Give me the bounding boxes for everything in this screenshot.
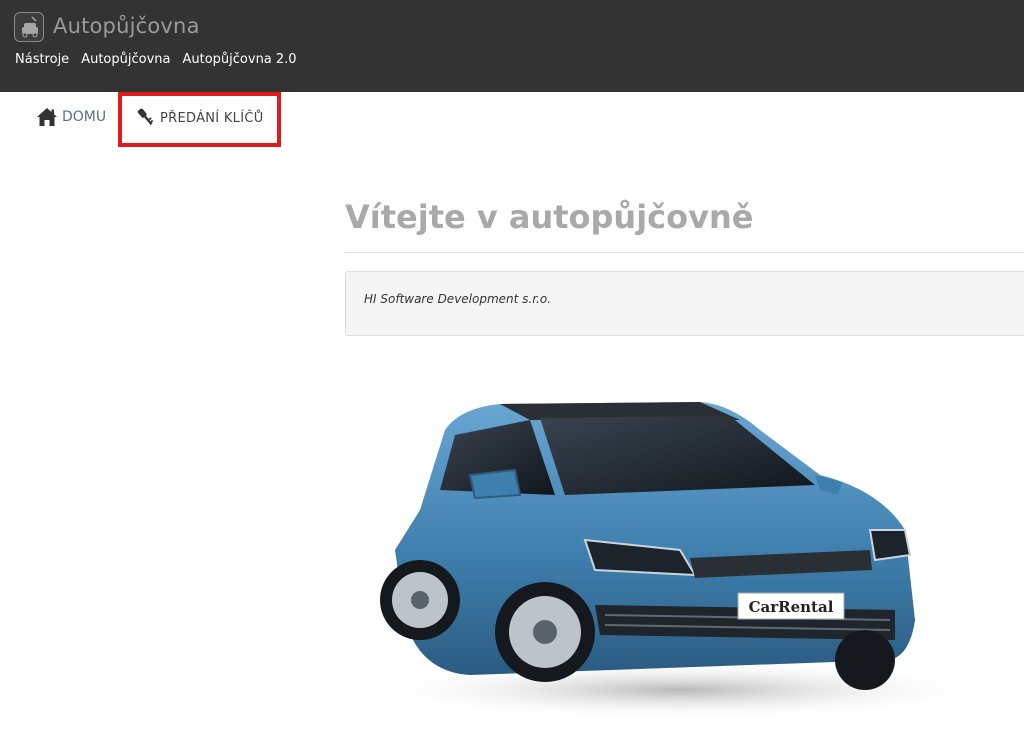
nav-key-handover-label: PŘEDÁNÍ KLÍČŮ — [160, 110, 264, 126]
home-icon — [37, 108, 57, 126]
app-menu: Nástroje Autopůjčovna Autopůjčovna 2.0 — [15, 52, 309, 67]
nav-home-label: DOMU — [62, 109, 107, 125]
page-title: Vítejte v autopůjčovně — [345, 198, 754, 236]
car-image: CarRental — [350, 390, 1010, 730]
menu-item-nastroje[interactable]: Nástroje — [15, 52, 69, 67]
car-plate-text: CarRental — [749, 598, 834, 616]
menu-item-autopujcovna-2[interactable]: Autopůjčovna 2.0 — [182, 52, 296, 67]
company-info-box: HI Software Development s.r.o. — [345, 271, 1024, 336]
app-header: Autopůjčovna Nástroje Autopůjčovna Autop… — [0, 0, 1024, 92]
car-wash-icon[interactable] — [14, 12, 44, 42]
key-icon — [137, 108, 154, 126]
menu-item-autopujcovna[interactable]: Autopůjčovna — [81, 52, 170, 67]
title-divider — [345, 252, 1024, 253]
company-name: HI Software Development s.r.o. — [364, 292, 552, 306]
app-title: Autopůjčovna — [53, 14, 200, 38]
nav-key-handover-link[interactable]: PŘEDÁNÍ KLÍČŮ — [118, 92, 281, 147]
page-nav: DOMU PŘEDÁNÍ KLÍČŮ — [0, 92, 1024, 147]
nav-home-link[interactable]: DOMU — [36, 107, 106, 127]
